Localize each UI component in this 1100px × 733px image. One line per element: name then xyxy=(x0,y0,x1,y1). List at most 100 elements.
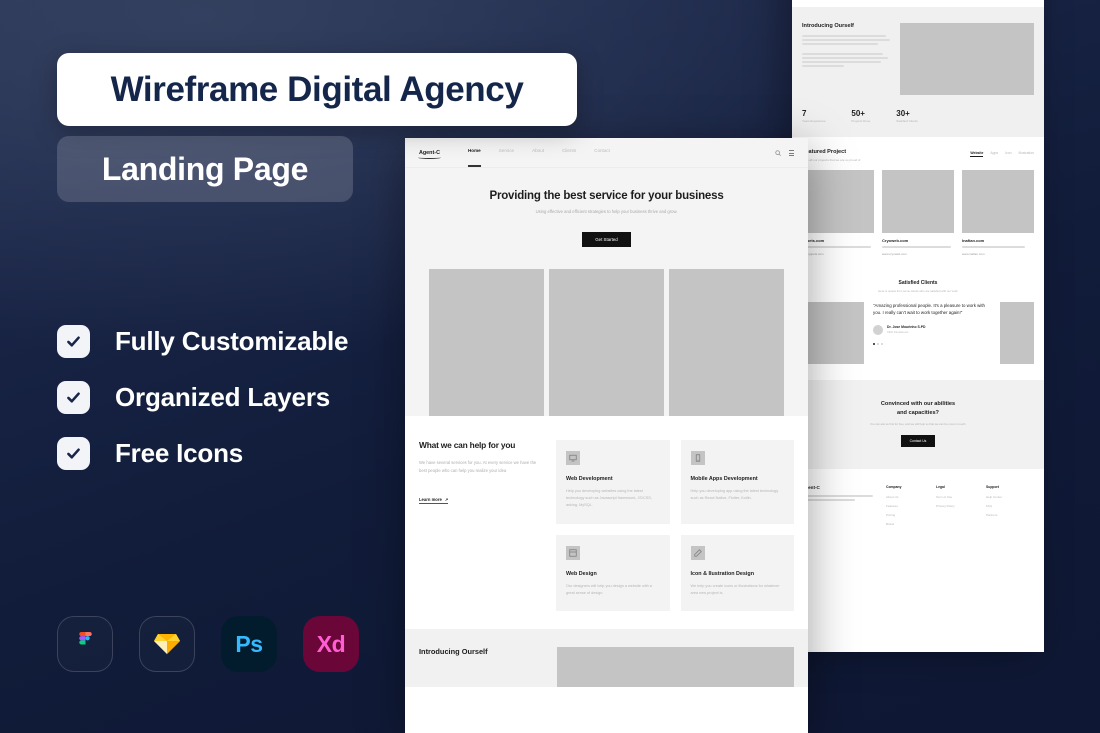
nav-link-about[interactable]: About xyxy=(532,148,544,158)
testimonials-subheading: Here is review from some clients who are… xyxy=(878,288,958,293)
hero-heading: Providing the best service for your busi… xyxy=(489,190,724,202)
stats-row: 7 Years Experience 50+ Projects Done 30+… xyxy=(792,103,1044,137)
footer-link[interactable]: Pricing xyxy=(886,513,926,517)
service-card[interactable]: Web Design Our designers will help you d… xyxy=(556,534,670,612)
tab-icon[interactable]: Icon xyxy=(1005,151,1011,157)
text-line xyxy=(802,38,890,41)
footer-link[interactable]: Help Center xyxy=(986,495,1026,499)
feature-item: Free Icons xyxy=(57,434,348,472)
services-grid: Web Development Help you developing webs… xyxy=(556,440,794,612)
testimonial-image-placeholder xyxy=(802,301,864,364)
service-card[interactable]: Icon & Ilustration Design We help you cr… xyxy=(680,534,794,612)
get-started-button[interactable]: Get Started xyxy=(582,232,631,247)
footer-link[interactable]: Privacy Policy xyxy=(936,504,976,508)
text-line xyxy=(802,42,878,45)
intro-heading: Introducing Ourself xyxy=(802,22,854,29)
carousel-dot[interactable] xyxy=(881,342,883,345)
carousel-dots[interactable] xyxy=(873,342,991,345)
footer-column-heading: Legal xyxy=(936,485,945,490)
introducing-section: Introducing Ourself 7 Years Experience 5… xyxy=(792,6,1044,137)
testimonial-quote: "Amazing professional people. It's a ple… xyxy=(873,302,985,316)
back-service-cards: Web Design Icon & Ilustration Design xyxy=(792,0,1044,7)
carousel-dot[interactable] xyxy=(877,342,879,345)
featured-tabs[interactable]: Website Apps Icon Illustration xyxy=(970,151,1034,157)
app-compatibility-row: Ps Xd xyxy=(57,616,359,672)
contact-us-button[interactable]: Contact Us xyxy=(900,435,936,448)
intro-image-placeholder xyxy=(900,22,1034,95)
nav-links: Home Service About Clients Contact xyxy=(467,148,610,167)
project-url[interactable]: www.inafian.com xyxy=(962,252,1034,256)
learn-more-label: Learn more xyxy=(419,496,442,502)
text-line xyxy=(802,34,887,37)
testimonial-image-placeholder xyxy=(1000,301,1034,364)
footer-link[interactable]: Partners xyxy=(986,513,1026,517)
carousel-dot[interactable] xyxy=(873,342,875,345)
sketch-glyph xyxy=(154,634,180,654)
tab-apps[interactable]: Apps xyxy=(990,151,998,157)
text-line xyxy=(802,65,845,67)
service-card-title: Mobile Apps Development xyxy=(690,476,758,482)
testimonial-author-block: Dr. Jose Mourinho S.PD CEO Kentekuxus xyxy=(873,324,991,335)
learn-more-link[interactable]: Learn more ↗ xyxy=(419,496,449,504)
tab-website[interactable]: Website xyxy=(970,151,984,157)
text-line xyxy=(802,499,856,502)
footer-link[interactable]: FAQ xyxy=(986,504,1026,508)
project-url[interactable]: www.jopets.com xyxy=(802,252,874,256)
arrow-up-right-icon: ↗ xyxy=(444,496,449,502)
service-card[interactable]: Mobile Apps Development Help you develop… xyxy=(680,440,794,524)
footer-link[interactable]: About Us xyxy=(886,495,926,499)
feature-label: Organized Layers xyxy=(115,381,330,412)
footer-column-heading: Company xyxy=(886,485,902,490)
footer-link[interactable]: Features xyxy=(886,504,926,508)
mobile-icon xyxy=(690,451,705,465)
check-icon xyxy=(57,380,90,414)
text-line xyxy=(802,495,874,498)
project-url[interactable]: www.cryoweb.com xyxy=(882,252,954,256)
check-icon xyxy=(57,324,90,358)
check-icon xyxy=(57,436,90,470)
brand-logo[interactable]: Agent-C xyxy=(418,150,441,159)
footer-logo[interactable]: Agent-C xyxy=(802,485,876,490)
service-card-text: Help you developing websites using the l… xyxy=(566,489,652,508)
hero-image-placeholder xyxy=(669,269,784,416)
cta-section: Convinced with our abilities and capacit… xyxy=(792,379,1044,470)
project-title: Cryoweb.com xyxy=(882,237,909,243)
testimonial-author-name: Dr. Jose Mourinho S.PD xyxy=(887,325,926,330)
text-line xyxy=(802,245,872,248)
page-subtitle: Landing Page xyxy=(101,150,309,187)
feature-item: Organized Layers xyxy=(57,378,348,416)
tab-illustration[interactable]: Illustration xyxy=(1019,151,1034,157)
front-page-mockup[interactable]: Agent-C Home Service About Clients Conta… xyxy=(405,138,808,733)
feature-list: Fully Customizable Organized Layers Free… xyxy=(57,322,349,490)
text-line xyxy=(882,245,952,248)
testimonials-heading: Satisfied Clients xyxy=(898,279,938,286)
feature-label: Free Icons xyxy=(115,437,244,468)
project-title: Inafian.com xyxy=(962,237,985,243)
stat-label: Projects Done xyxy=(851,118,871,123)
hero-image-placeholder xyxy=(429,269,544,416)
nav-link-contact[interactable]: Contact xyxy=(594,148,610,158)
search-icon[interactable] xyxy=(775,150,781,156)
hero-subheading: Using effective and efficient strategies… xyxy=(535,209,678,214)
figma-glyph xyxy=(78,631,92,644)
project-card[interactable]: Inafian.com www.inafian.com xyxy=(962,169,1034,256)
testimonials-section: Satisfied Clients Here is review from so… xyxy=(792,267,1044,380)
poster-canvas: Web Design Icon & Ilustration Design Int… xyxy=(0,0,1100,733)
project-card[interactable]: Jopets.com www.jopets.com xyxy=(802,169,874,256)
pen-icon xyxy=(690,545,705,560)
adobe-xd-icon: Xd xyxy=(303,616,359,672)
hamburger-icon[interactable] xyxy=(789,150,794,156)
nav-link-clients[interactable]: Clients xyxy=(562,148,576,158)
project-card[interactable]: Cryoweb.com www.cryoweb.com xyxy=(882,169,954,256)
nav-link-home[interactable]: Home xyxy=(467,148,481,167)
footer-link[interactable]: Term of Use xyxy=(936,495,976,499)
layout-icon xyxy=(566,545,580,560)
footer-link[interactable]: Brand xyxy=(886,522,926,526)
subtitle-card: Landing Page xyxy=(57,136,353,202)
nav-link-service[interactable]: Service xyxy=(499,148,514,158)
back-page-mockup[interactable]: Web Design Icon & Ilustration Design Int… xyxy=(792,0,1044,652)
service-card[interactable]: Web Development Help you developing webs… xyxy=(556,440,670,524)
stat-value: 30+ xyxy=(896,108,910,118)
stat-value: 7 xyxy=(802,108,807,118)
stat-label: Years Experience xyxy=(802,118,826,123)
